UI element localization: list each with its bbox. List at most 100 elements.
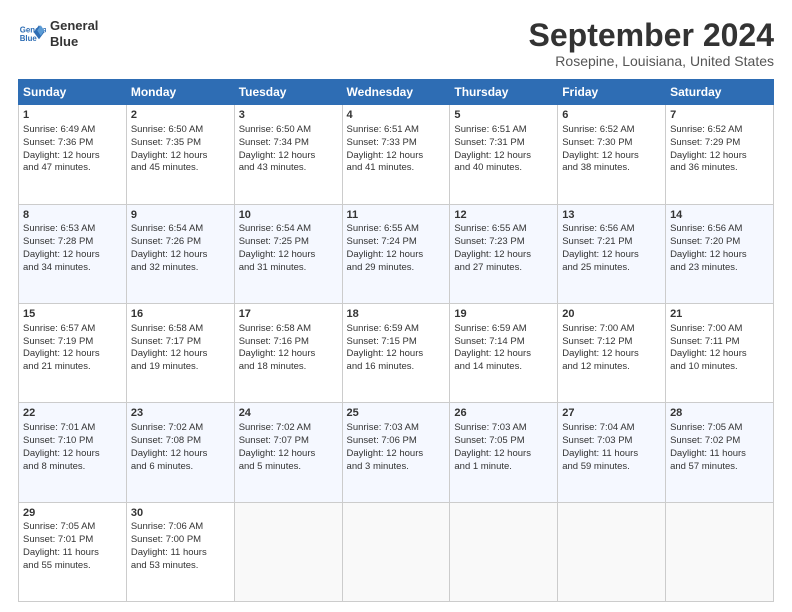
calendar-cell: 16Sunrise: 6:58 AMSunset: 7:17 PMDayligh… [126, 303, 234, 402]
calendar-cell: 24Sunrise: 7:02 AMSunset: 7:07 PMDayligh… [234, 403, 342, 502]
calendar-cell: 27Sunrise: 7:04 AMSunset: 7:03 PMDayligh… [558, 403, 666, 502]
day-number: 21 [670, 307, 769, 322]
day-info-line: Sunset: 7:01 PM [23, 534, 122, 547]
day-info-line: Sunset: 7:05 PM [454, 435, 553, 448]
calendar-cell: 8Sunrise: 6:53 AMSunset: 7:28 PMDaylight… [19, 204, 127, 303]
day-info-line: and 19 minutes. [131, 361, 230, 374]
day-info-line: and 45 minutes. [131, 162, 230, 175]
day-info-line: Daylight: 12 hours [239, 348, 338, 361]
calendar-cell [342, 502, 450, 601]
calendar-cell [558, 502, 666, 601]
day-info-line: Sunset: 7:20 PM [670, 236, 769, 249]
day-info-line: Daylight: 12 hours [562, 150, 661, 163]
day-info-line: Sunset: 7:24 PM [347, 236, 446, 249]
calendar-table: SundayMondayTuesdayWednesdayThursdayFrid… [18, 79, 774, 602]
day-info-line: and 55 minutes. [23, 560, 122, 573]
day-info-line: and 12 minutes. [562, 361, 661, 374]
day-info-line: Daylight: 12 hours [239, 249, 338, 262]
day-number: 27 [562, 406, 661, 421]
day-info-line: Sunrise: 6:52 AM [670, 124, 769, 137]
day-info-line: Sunrise: 7:01 AM [23, 422, 122, 435]
calendar-body: 1Sunrise: 6:49 AMSunset: 7:36 PMDaylight… [19, 105, 774, 602]
day-info-line: Daylight: 12 hours [670, 150, 769, 163]
page: General Blue General Blue September 2024… [0, 0, 792, 612]
day-info-line: Sunrise: 6:56 AM [670, 223, 769, 236]
day-info-line: Daylight: 12 hours [23, 348, 122, 361]
day-info-line: and 59 minutes. [562, 461, 661, 474]
day-info-line: Sunrise: 7:04 AM [562, 422, 661, 435]
calendar-cell: 13Sunrise: 6:56 AMSunset: 7:21 PMDayligh… [558, 204, 666, 303]
calendar-cell: 22Sunrise: 7:01 AMSunset: 7:10 PMDayligh… [19, 403, 127, 502]
day-info-line: Sunrise: 7:02 AM [131, 422, 230, 435]
location: Rosepine, Louisiana, United States [529, 53, 774, 69]
day-info-line: Sunset: 7:21 PM [562, 236, 661, 249]
day-info-line: Daylight: 12 hours [562, 348, 661, 361]
day-info-line: and 43 minutes. [239, 162, 338, 175]
day-info-line: Daylight: 12 hours [239, 150, 338, 163]
calendar-cell: 23Sunrise: 7:02 AMSunset: 7:08 PMDayligh… [126, 403, 234, 502]
day-info-line: Sunrise: 7:02 AM [239, 422, 338, 435]
day-info-line: and 23 minutes. [670, 262, 769, 275]
logo-text: General Blue [50, 18, 98, 49]
day-number: 3 [239, 108, 338, 123]
day-info-line: Sunset: 7:12 PM [562, 336, 661, 349]
day-info-line: Sunrise: 7:06 AM [131, 521, 230, 534]
day-info-line: Sunset: 7:33 PM [347, 137, 446, 150]
day-info-line: Sunset: 7:03 PM [562, 435, 661, 448]
day-info-line: Daylight: 12 hours [131, 348, 230, 361]
day-info-line: and 38 minutes. [562, 162, 661, 175]
day-number: 11 [347, 208, 446, 223]
day-info-line: Daylight: 12 hours [347, 348, 446, 361]
day-info-line: Daylight: 12 hours [23, 249, 122, 262]
day-number: 9 [131, 208, 230, 223]
calendar-cell: 18Sunrise: 6:59 AMSunset: 7:15 PMDayligh… [342, 303, 450, 402]
calendar-cell: 2Sunrise: 6:50 AMSunset: 7:35 PMDaylight… [126, 105, 234, 204]
day-info-line: and 29 minutes. [347, 262, 446, 275]
calendar-cell: 26Sunrise: 7:03 AMSunset: 7:05 PMDayligh… [450, 403, 558, 502]
calendar-cell: 14Sunrise: 6:56 AMSunset: 7:20 PMDayligh… [666, 204, 774, 303]
day-info-line: Daylight: 12 hours [454, 150, 553, 163]
week-row-3: 15Sunrise: 6:57 AMSunset: 7:19 PMDayligh… [19, 303, 774, 402]
calendar-cell: 3Sunrise: 6:50 AMSunset: 7:34 PMDaylight… [234, 105, 342, 204]
day-info-line: Sunrise: 7:03 AM [454, 422, 553, 435]
day-info-line: Sunset: 7:10 PM [23, 435, 122, 448]
day-info-line: and 3 minutes. [347, 461, 446, 474]
week-row-4: 22Sunrise: 7:01 AMSunset: 7:10 PMDayligh… [19, 403, 774, 502]
calendar-cell: 21Sunrise: 7:00 AMSunset: 7:11 PMDayligh… [666, 303, 774, 402]
day-info-line: Sunset: 7:29 PM [670, 137, 769, 150]
logo: General Blue General Blue [18, 18, 98, 49]
calendar-cell: 9Sunrise: 6:54 AMSunset: 7:26 PMDaylight… [126, 204, 234, 303]
day-info-line: Daylight: 12 hours [670, 249, 769, 262]
day-info-line: Daylight: 12 hours [454, 249, 553, 262]
day-header-sunday: Sunday [19, 80, 127, 105]
day-number: 19 [454, 307, 553, 322]
day-info-line: and 31 minutes. [239, 262, 338, 275]
day-number: 1 [23, 108, 122, 123]
day-number: 6 [562, 108, 661, 123]
day-number: 2 [131, 108, 230, 123]
day-number: 4 [347, 108, 446, 123]
day-info-line: and 16 minutes. [347, 361, 446, 374]
day-info-line: Daylight: 12 hours [347, 150, 446, 163]
day-info-line: Sunset: 7:26 PM [131, 236, 230, 249]
day-number: 30 [131, 506, 230, 521]
day-info-line: Daylight: 11 hours [23, 547, 122, 560]
day-info-line: and 53 minutes. [131, 560, 230, 573]
day-info-line: and 6 minutes. [131, 461, 230, 474]
day-info-line: Sunset: 7:17 PM [131, 336, 230, 349]
day-number: 8 [23, 208, 122, 223]
day-info-line: Sunrise: 6:55 AM [454, 223, 553, 236]
calendar-cell: 11Sunrise: 6:55 AMSunset: 7:24 PMDayligh… [342, 204, 450, 303]
day-info-line: Daylight: 12 hours [239, 448, 338, 461]
day-info-line: and 21 minutes. [23, 361, 122, 374]
day-info-line: and 25 minutes. [562, 262, 661, 275]
day-number: 23 [131, 406, 230, 421]
day-info-line: and 18 minutes. [239, 361, 338, 374]
day-info-line: Daylight: 12 hours [562, 249, 661, 262]
calendar-cell: 25Sunrise: 7:03 AMSunset: 7:06 PMDayligh… [342, 403, 450, 502]
day-header-monday: Monday [126, 80, 234, 105]
day-info-line: Sunset: 7:19 PM [23, 336, 122, 349]
day-info-line: Sunset: 7:07 PM [239, 435, 338, 448]
calendar-cell: 6Sunrise: 6:52 AMSunset: 7:30 PMDaylight… [558, 105, 666, 204]
calendar-cell: 4Sunrise: 6:51 AMSunset: 7:33 PMDaylight… [342, 105, 450, 204]
